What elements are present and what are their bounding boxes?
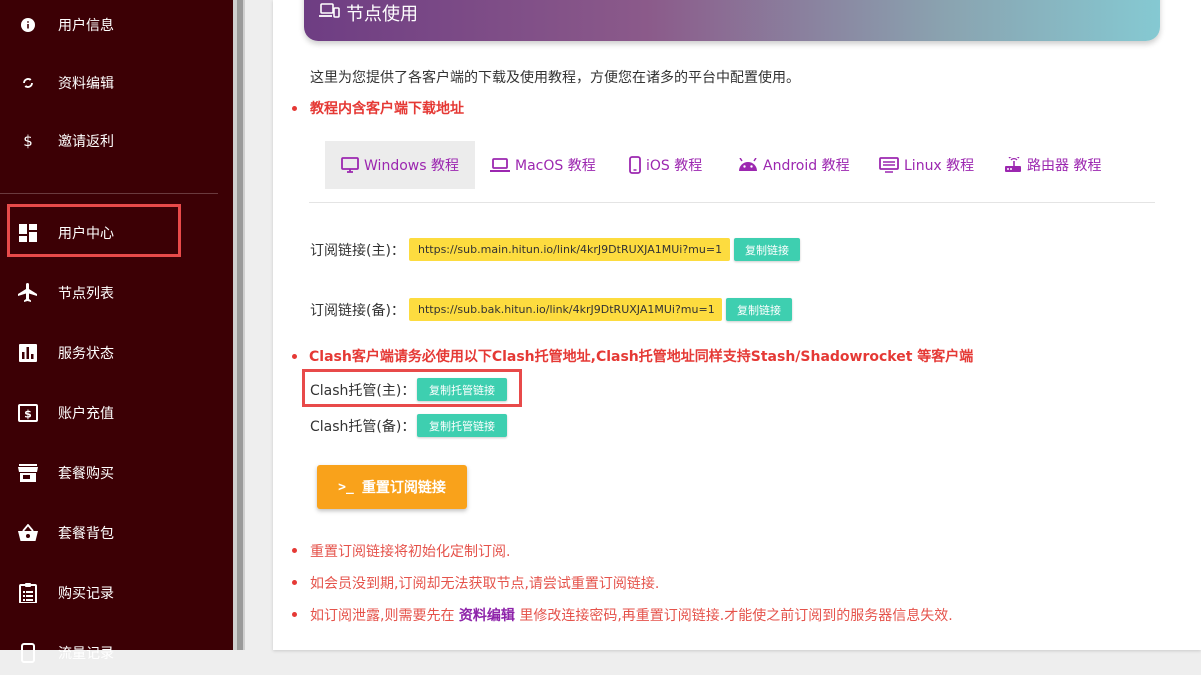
copy-bak-link-button[interactable]: 复制链接 bbox=[726, 298, 792, 321]
copy-clash-bak-button[interactable]: 复制托管链接 bbox=[417, 414, 507, 437]
sidebar-item-purchase-history[interactable]: 购买记录 bbox=[0, 571, 233, 615]
sub-bak-url[interactable]: https://sub.bak.hitun.io/link/4krJ9DtRUX… bbox=[409, 298, 722, 321]
clash-note: Clash客户端请务必使用以下Clash托管地址,Clash托管地址同样支持St… bbox=[309, 349, 974, 365]
tab-label: MacOS 教程 bbox=[515, 158, 596, 174]
svg-text:$: $ bbox=[24, 408, 32, 421]
sub-main-url[interactable]: https://sub.main.hitun.io/link/4krJ9DtRU… bbox=[409, 238, 730, 261]
tab-windows[interactable]: Windows 教程 bbox=[325, 141, 475, 189]
reset-button-label: 重置订阅链接 bbox=[361, 480, 446, 496]
sub-bak-label: 订阅链接(备)： bbox=[310, 303, 405, 319]
airplane-icon bbox=[18, 283, 38, 303]
sidebar-item-backpack[interactable]: 套餐背包 bbox=[0, 511, 233, 555]
sidebar-item-label: 套餐背包 bbox=[58, 526, 114, 542]
bullet bbox=[292, 548, 297, 553]
bullet bbox=[292, 580, 297, 585]
laptop-icon bbox=[490, 158, 510, 172]
profile-edit-link[interactable]: 资料编辑 bbox=[459, 608, 515, 624]
tab-label: Linux 教程 bbox=[904, 158, 975, 174]
store-icon bbox=[18, 463, 38, 483]
terminal-prompt-icon: >_ bbox=[338, 479, 354, 495]
sidebar-item-label: 流量记录 bbox=[58, 646, 114, 662]
note-leak-post: 里修改连接密码,再重置订阅链接.才能使之前订阅到的服务器信息失效. bbox=[514, 608, 953, 624]
sidebar-scrollbar-thumb[interactable] bbox=[237, 0, 243, 650]
sidebar-item-profile-edit[interactable]: 资料编辑 bbox=[0, 61, 233, 105]
card-header bbox=[304, 0, 1160, 41]
terminal-icon bbox=[879, 157, 899, 173]
dollar-icon: $ bbox=[23, 132, 33, 150]
tab-label: Windows 教程 bbox=[364, 158, 459, 174]
sidebar-item-label: 账户充值 bbox=[58, 406, 114, 422]
clipboard-icon bbox=[18, 583, 38, 603]
clash-bak-label: Clash托管(备)： bbox=[310, 419, 416, 435]
tab-android[interactable]: Android 教程 bbox=[738, 141, 850, 189]
tab-macos[interactable]: MacOS 教程 bbox=[490, 141, 596, 189]
reset-subscription-button[interactable]: >_ 重置订阅链接 bbox=[317, 465, 467, 509]
tutorial-note: 教程内含客户端下载地址 bbox=[310, 101, 464, 117]
tab-router[interactable]: 路由器 教程 bbox=[1004, 141, 1101, 189]
sidebar-item-referral[interactable]: $ 邀请返利 bbox=[0, 119, 233, 163]
devices-icon bbox=[318, 2, 340, 24]
sidebar-item-node-list[interactable]: 节点列表 bbox=[0, 271, 233, 315]
sidebar-item-label: 用户信息 bbox=[58, 18, 114, 34]
tab-label: Android 教程 bbox=[763, 158, 850, 174]
sidebar-item-label: 资料编辑 bbox=[58, 76, 114, 92]
bullet bbox=[292, 106, 297, 111]
tab-label: 路由器 教程 bbox=[1027, 158, 1102, 174]
sidebar-item-label: 购买记录 bbox=[58, 586, 114, 602]
tab-linux[interactable]: Linux 教程 bbox=[879, 141, 974, 189]
sidebar-item-shop[interactable]: 套餐购买 bbox=[0, 451, 233, 495]
intro-text: 这里为您提供了各客户端的下载及使用教程，方便您在诸多的平台中配置使用。 bbox=[310, 70, 800, 86]
sidebar-item-recharge[interactable]: $ 账户充值 bbox=[0, 391, 233, 435]
sidebar-item-label: 套餐购买 bbox=[58, 466, 114, 482]
router-icon bbox=[1005, 157, 1021, 172]
tab-label: iOS 教程 bbox=[646, 158, 703, 174]
tab-ios[interactable]: iOS 教程 bbox=[629, 141, 702, 189]
annotation-highlight-box bbox=[302, 369, 522, 407]
info-icon bbox=[18, 15, 38, 35]
note-leak-pre: 如订阅泄露,则需要先在 bbox=[310, 608, 459, 624]
sidebar-divider bbox=[0, 193, 218, 194]
phone-icon bbox=[18, 643, 38, 663]
bullet bbox=[292, 612, 297, 617]
monitor-icon bbox=[341, 157, 359, 173]
annotation-highlight-box bbox=[7, 204, 181, 257]
note-leak: 如订阅泄露,则需要先在 资料编辑 里修改连接密码,再重置订阅链接.才能使之前订阅… bbox=[310, 605, 953, 625]
sync-icon bbox=[18, 73, 38, 93]
bullet bbox=[292, 354, 297, 359]
sub-main-label: 订阅链接(主)： bbox=[310, 243, 405, 259]
basket-icon bbox=[18, 523, 38, 543]
bar-chart-icon bbox=[18, 343, 38, 363]
copy-main-link-button[interactable]: 复制链接 bbox=[734, 238, 800, 261]
card-title-text: 节点使用 bbox=[346, 4, 418, 25]
note-reset-init: 重置订阅链接将初始化定制订阅. bbox=[310, 544, 511, 560]
sidebar-item-label: 服务状态 bbox=[58, 346, 114, 362]
money-icon: $ bbox=[18, 403, 38, 423]
note-member-active: 如会员没到期,订阅却无法获取节点,请尝试重置订阅链接. bbox=[310, 576, 660, 592]
sidebar-item-service-status[interactable]: 服务状态 bbox=[0, 331, 233, 375]
tab-divider bbox=[309, 202, 1155, 203]
sidebar-item-traffic-log[interactable]: 流量记录 bbox=[0, 631, 233, 675]
card-title: 节点使用 bbox=[318, 0, 418, 26]
sidebar-item-label: 节点列表 bbox=[58, 286, 114, 302]
sidebar-item-label: 邀请返利 bbox=[58, 134, 114, 150]
phone-icon bbox=[629, 156, 641, 174]
sidebar-item-user-info[interactable]: 用户信息 bbox=[0, 3, 233, 47]
android-icon bbox=[739, 158, 757, 171]
